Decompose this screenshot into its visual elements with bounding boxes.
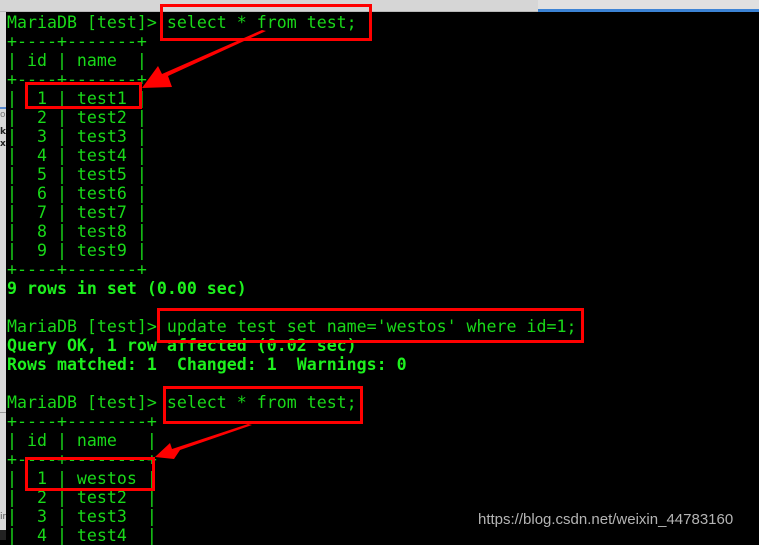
highlight-box-first-select-command [160, 4, 372, 41]
terminal-output-line: +----+-------+ [7, 260, 147, 279]
background-text-fragment: o [0, 110, 6, 120]
terminal-output-line: | id | name | [7, 431, 157, 450]
divider [0, 412, 6, 413]
terminal-output-line: +----+--------+ [7, 412, 157, 431]
terminal-output-line: | 8 | test8 | [7, 222, 147, 241]
terminal-output-line: | 3 | test3 | [7, 127, 147, 146]
terminal-output-line: | 4 | test4 | [7, 526, 157, 545]
terminal-status-line: Rows matched: 1 Changed: 1 Warnings: 0 [7, 355, 407, 374]
prompt: MariaDB [test]> [7, 393, 157, 412]
background-text-fragment: ir [0, 512, 6, 522]
selection-band [0, 107, 6, 109]
terminal-output-line: | 2 | test2 | [7, 108, 147, 127]
prompt: MariaDB [test]> [7, 317, 157, 336]
watermark: https://blog.csdn.net/weixin_44783160 [478, 511, 734, 528]
highlight-box-second-select-command [163, 386, 363, 424]
prompt: MariaDB [test]> [7, 13, 157, 32]
terminal-output-line: | 4 | test4 | [7, 146, 147, 165]
dark-band [0, 530, 6, 540]
terminal-output-line: | 6 | test6 | [7, 184, 147, 203]
terminal-output-line: | id | name | [7, 51, 147, 70]
terminal-output-line: | 9 | test9 | [7, 241, 147, 260]
terminal-output-line: | 5 | test5 | [7, 165, 147, 184]
background-window-edge: o k x ir [0, 12, 6, 540]
background-text-fragment: x [0, 139, 6, 149]
active-tab[interactable] [538, 0, 759, 12]
terminal-output-line: +----+-------+ [7, 32, 147, 51]
terminal-status-line: 9 rows in set (0.00 sec) [7, 279, 247, 298]
highlight-box-row-1-after-update [25, 457, 155, 491]
terminal-output-line: | 3 | test3 | [7, 507, 157, 526]
highlight-box-row-1-before-update [25, 82, 142, 109]
background-text-fragment: k [0, 127, 6, 137]
highlight-box-update-command [157, 308, 584, 343]
terminal-output-line: | 7 | test7 | [7, 203, 147, 222]
